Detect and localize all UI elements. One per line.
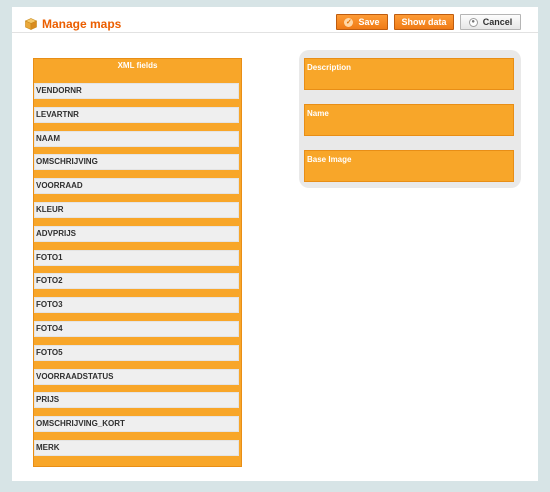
check-circle-icon: ✓ (344, 17, 354, 27)
xml-field-item[interactable]: KLEUR (34, 201, 239, 218)
xml-fields-list: VENDORNR LEVARTNR NAAM OMSCHRIJVING VOOR… (34, 83, 241, 456)
show-data-button-label: Show data (401, 17, 447, 27)
xml-field-item[interactable]: LEVARTNR (34, 106, 239, 123)
save-button-label: Save (358, 17, 380, 27)
target-label: Description (307, 63, 352, 72)
target-drop-zone-base-image[interactable]: Base Image (304, 150, 514, 182)
xml-field-item[interactable]: OMSCHRIJVING_KORT (34, 416, 239, 433)
cancel-button-label: Cancel (482, 17, 513, 27)
page-title: Manage maps (42, 17, 122, 31)
cube-icon (25, 18, 37, 30)
target-label: Name (307, 109, 329, 118)
save-button[interactable]: ✓ Save (336, 14, 388, 30)
cancel-button[interactable]: ● Cancel (460, 14, 521, 30)
xml-field-item[interactable]: NAAM (34, 130, 239, 147)
xml-field-item[interactable]: FOTO1 (34, 249, 239, 266)
xml-field-item[interactable]: FOTO2 (34, 273, 239, 290)
page-header: Manage maps ✓ Save Show data ● Cancel (12, 7, 538, 33)
xml-field-item[interactable]: PRIJS (34, 392, 239, 409)
xml-fields-heading: XML fields (117, 61, 158, 70)
xml-field-item[interactable]: MERK (34, 439, 239, 456)
show-data-button[interactable]: Show data (394, 14, 454, 30)
target-drop-zone-name[interactable]: Name (304, 104, 514, 136)
xml-field-item[interactable]: FOTO5 (34, 344, 239, 361)
main-panel: Manage maps ✓ Save Show data ● Cancel XM… (12, 7, 538, 481)
circle-dot-icon: ● (468, 17, 478, 27)
xml-field-item[interactable]: FOTO3 (34, 297, 239, 314)
target-drop-zone-description[interactable]: Description (304, 58, 514, 90)
xml-field-item[interactable]: ADVPRIJS (34, 225, 239, 242)
xml-field-item[interactable]: VENDORNR (34, 83, 239, 99)
xml-field-item[interactable]: VOORRAADSTATUS (34, 368, 239, 385)
xml-field-item[interactable]: FOTO4 (34, 320, 239, 337)
xml-field-item[interactable]: OMSCHRIJVING (34, 154, 239, 171)
xml-fields-panel: XML fields VENDORNR LEVARTNR NAAM OMSCHR… (33, 58, 242, 467)
xml-field-item[interactable]: VOORRAAD (34, 178, 239, 195)
mapping-targets-panel: Description Name Base Image (299, 50, 521, 188)
target-label: Base Image (307, 155, 352, 164)
